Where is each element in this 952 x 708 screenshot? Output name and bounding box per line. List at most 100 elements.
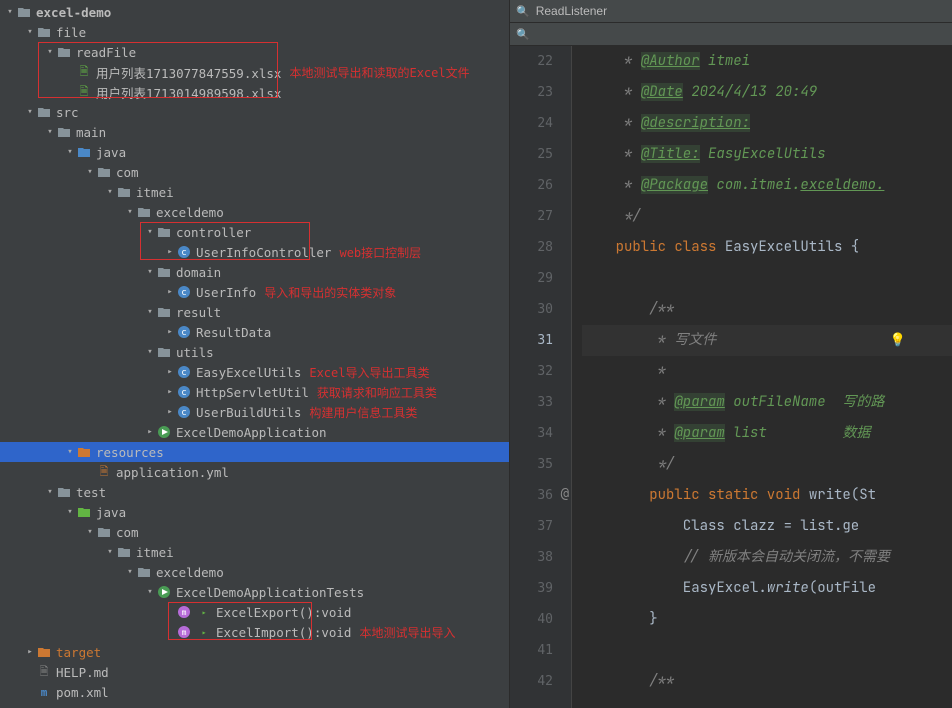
code-line[interactable]: Class clazz = list.ge xyxy=(582,511,952,542)
chevron-down-icon[interactable]: ▾ xyxy=(84,527,96,537)
code-line[interactable]: * xyxy=(582,356,952,387)
tree-file-xlsx1[interactable]: 🗎 用户列表1713077847559.xlsx 本地测试导出和读取的Excel… xyxy=(0,62,509,82)
tree-folder-utils[interactable]: ▾ utils xyxy=(0,342,509,362)
tree-class-exceldemoapp[interactable]: ▸ ExcelDemoApplication xyxy=(0,422,509,442)
chevron-down-icon[interactable]: ▾ xyxy=(144,227,156,237)
chevron-right-icon[interactable]: ▸ xyxy=(24,647,36,657)
chevron-down-icon[interactable]: ▾ xyxy=(124,567,136,577)
tree-file-help[interactable]: 🗎 HELP.md xyxy=(0,662,509,682)
tree-folder-main[interactable]: ▾ main xyxy=(0,122,509,142)
line-number[interactable]: 41 xyxy=(510,635,553,666)
chevron-down-icon[interactable]: ▾ xyxy=(64,447,76,457)
chevron-down-icon[interactable]: ▾ xyxy=(24,107,36,117)
tree-folder-domain[interactable]: ▾ domain xyxy=(0,262,509,282)
chevron-down-icon[interactable]: ▾ xyxy=(64,507,76,517)
chevron-down-icon[interactable]: ▾ xyxy=(44,127,56,137)
code-line[interactable]: * @param outFileName 写的路 xyxy=(582,387,952,418)
line-number[interactable]: 28 xyxy=(510,232,553,263)
code-editor[interactable]: 2223242526272829303132333435363738394041… xyxy=(510,46,952,708)
tree-folder-test[interactable]: ▾ test xyxy=(0,482,509,502)
chevron-right-icon[interactable]: ▸ xyxy=(164,367,176,377)
replace-input[interactable] xyxy=(536,27,946,41)
line-number[interactable]: 35 xyxy=(510,449,553,480)
tree-folder-resources[interactable]: ▾ resources xyxy=(0,442,509,462)
line-number[interactable]: 42 xyxy=(510,666,553,697)
chevron-down-icon[interactable]: ▾ xyxy=(24,27,36,37)
code-line[interactable]: * @Date 2024/4/13 20:49 xyxy=(582,77,952,108)
chevron-down-icon[interactable]: ▾ xyxy=(64,147,76,157)
search-bar[interactable]: 🔍 xyxy=(510,0,952,23)
chevron-down-icon[interactable]: ▾ xyxy=(124,207,136,217)
lightbulb-icon[interactable]: 💡 xyxy=(890,331,906,348)
chevron-down-icon[interactable]: ▾ xyxy=(144,347,156,357)
tree-folder-java[interactable]: ▾ java xyxy=(0,142,509,162)
search-input[interactable] xyxy=(536,4,946,18)
code-line[interactable]: /** xyxy=(582,294,952,325)
tree-class-userinfocontroller[interactable]: ▸ c UserInfoController web接口控制层 xyxy=(0,242,509,262)
chevron-right-icon[interactable]: ▸ xyxy=(164,387,176,397)
code-line[interactable]: * @Author itmei xyxy=(582,46,952,77)
chevron-right-icon[interactable]: ▸ xyxy=(164,287,176,297)
project-tree[interactable]: ▾ excel-demo ▾ file ▾ readFile 🗎 用户列表171… xyxy=(0,0,509,704)
code-line[interactable]: EasyExcel.write(outFile xyxy=(582,573,952,604)
code-line[interactable]: // 新版本会自动关闭流，不需要 xyxy=(582,542,952,573)
tree-folder-exceldemo[interactable]: ▾ exceldemo xyxy=(0,202,509,222)
tree-folder-test-java[interactable]: ▾ java xyxy=(0,502,509,522)
code-line[interactable]: } xyxy=(582,604,952,635)
gutter[interactable]: 2223242526272829303132333435363738394041… xyxy=(510,46,572,708)
line-number[interactable]: 39 xyxy=(510,573,553,604)
override-icon[interactable]: @ xyxy=(561,486,569,502)
tree-folder-src[interactable]: ▾ src xyxy=(0,102,509,122)
chevron-down-icon[interactable]: ▾ xyxy=(44,47,56,57)
code-line[interactable]: * @param list 数据 xyxy=(582,418,952,449)
replace-bar[interactable]: 🔍 xyxy=(510,23,952,46)
tree-class-userinfo[interactable]: ▸ c UserInfo 导入和导出的实体类对象 xyxy=(0,282,509,302)
chevron-right-icon[interactable]: ▸ xyxy=(164,327,176,337)
code-line[interactable]: * @Package com.itmei.exceldemo. xyxy=(582,170,952,201)
tree-class-userbuildutils[interactable]: ▸ c UserBuildUtils 构建用户信息工具类 xyxy=(0,402,509,422)
tree-folder-controller[interactable]: ▾ controller xyxy=(0,222,509,242)
chevron-down-icon[interactable]: ▾ xyxy=(84,167,96,177)
tree-file-xlsx2[interactable]: 🗎 用户列表1713014989598.xlsx xyxy=(0,82,509,102)
code-line[interactable]: * @Title: EasyExcelUtils xyxy=(582,139,952,170)
chevron-right-icon[interactable]: ▸ xyxy=(144,427,156,437)
tree-folder-target[interactable]: ▸ target xyxy=(0,642,509,662)
code-line[interactable] xyxy=(582,635,952,666)
code-line[interactable]: */ xyxy=(582,449,952,480)
code-line[interactable] xyxy=(582,263,952,294)
tree-file-pom[interactable]: m pom.xml xyxy=(0,682,509,702)
line-number[interactable]: 30 xyxy=(510,294,553,325)
tree-method-export[interactable]: m ▸ ExcelExport():void xyxy=(0,602,509,622)
tree-class-httpservletutil[interactable]: ▸ c HttpServletUtil 获取请求和响应工具类 xyxy=(0,382,509,402)
tree-folder-result[interactable]: ▾ result xyxy=(0,302,509,322)
tree-folder-com[interactable]: ▾ com xyxy=(0,162,509,182)
line-number[interactable]: 27 xyxy=(510,201,553,232)
line-number[interactable]: 36 xyxy=(510,480,553,511)
tree-class-resultdata[interactable]: ▸ c ResultData xyxy=(0,322,509,342)
tree-folder-test-exceldemo[interactable]: ▾ exceldemo xyxy=(0,562,509,582)
chevron-down-icon[interactable]: ▾ xyxy=(44,487,56,497)
code-line[interactable]: public class EasyExcelUtils { xyxy=(582,232,952,263)
line-number[interactable]: 31 xyxy=(510,325,553,356)
chevron-down-icon[interactable]: ▾ xyxy=(104,187,116,197)
tree-folder-readfile[interactable]: ▾ readFile xyxy=(0,42,509,62)
chevron-down-icon[interactable]: ▾ xyxy=(4,7,16,17)
tree-folder-file[interactable]: ▾ file xyxy=(0,22,509,42)
chevron-down-icon[interactable]: ▾ xyxy=(104,547,116,557)
chevron-down-icon[interactable]: ▾ xyxy=(144,267,156,277)
line-number[interactable]: 24 xyxy=(510,108,553,139)
line-number[interactable]: 40 xyxy=(510,604,553,635)
line-number[interactable]: 22 xyxy=(510,46,553,77)
tree-folder-test-com[interactable]: ▾ com xyxy=(0,522,509,542)
tree-root[interactable]: ▾ excel-demo xyxy=(0,2,509,22)
line-number[interactable]: 26 xyxy=(510,170,553,201)
code-line[interactable]: public static void write(St xyxy=(582,480,952,511)
tree-method-import[interactable]: m ▸ ExcelImport():void 本地测试导出导入 xyxy=(0,622,509,642)
line-number[interactable]: 29 xyxy=(510,263,553,294)
chevron-right-icon[interactable]: ▸ xyxy=(164,247,176,257)
line-number[interactable]: 37 xyxy=(510,511,553,542)
chevron-down-icon[interactable]: ▾ xyxy=(144,307,156,317)
line-number[interactable]: 32 xyxy=(510,356,553,387)
tree-class-easyexcelutils[interactable]: ▸ c EasyExcelUtils Excel导入导出工具类 xyxy=(0,362,509,382)
chevron-right-icon[interactable]: ▸ xyxy=(164,407,176,417)
